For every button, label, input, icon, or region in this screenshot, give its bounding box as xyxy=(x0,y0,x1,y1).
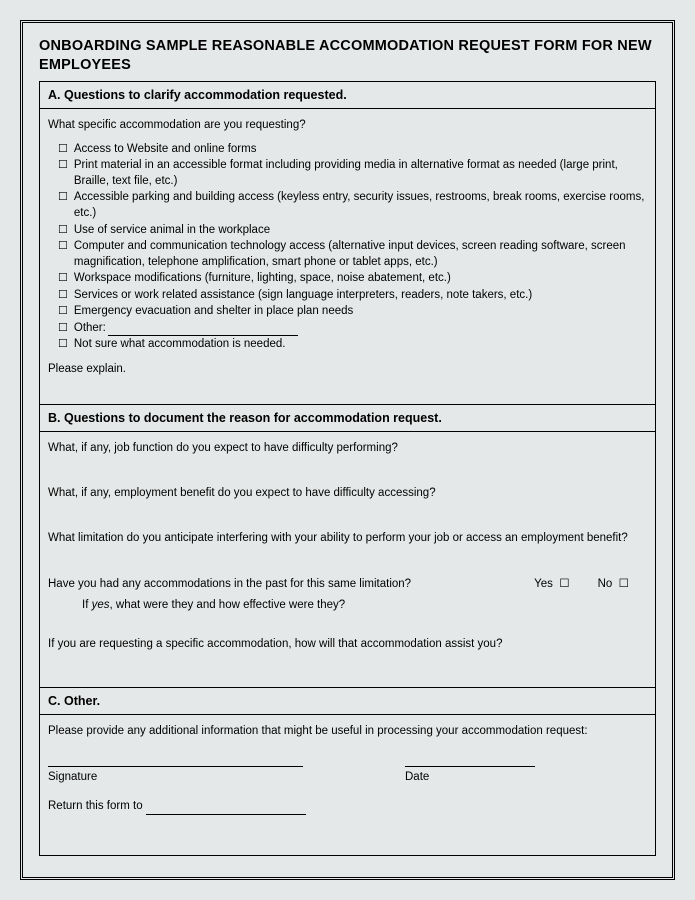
signature-input-line[interactable] xyxy=(48,753,303,767)
checkbox-item[interactable]: ☐ Accessible parking and building access … xyxy=(58,190,647,221)
please-explain: Please explain. xyxy=(48,361,647,378)
section-c-header: C. Other. xyxy=(40,688,655,715)
checkbox-icon: ☐ xyxy=(58,158,68,173)
yes-option[interactable]: Yes ☐ xyxy=(534,576,569,593)
return-label: Return this form to xyxy=(48,800,143,812)
checkbox-icon: ☐ xyxy=(58,337,68,352)
form-title: ONBOARDING SAMPLE REASONABLE ACCOMMODATI… xyxy=(39,37,656,75)
checkbox-item[interactable]: ☐ Not sure what accommodation is needed. xyxy=(58,337,647,353)
checkbox-list: ☐ Access to Website and online forms ☐ Pri… xyxy=(58,142,647,353)
checkbox-label: Accessible parking and building access (… xyxy=(74,190,647,221)
return-row: Return this form to xyxy=(48,798,647,815)
checkbox-item[interactable]: ☐ Emergency evacuation and shelter in pla… xyxy=(58,304,647,320)
section-b: B. Questions to document the reason for … xyxy=(39,405,656,689)
signature-label: Signature xyxy=(48,769,303,786)
checkbox-icon: ☐ xyxy=(58,271,68,286)
checkbox-item[interactable]: ☐ Print material in an accessible format … xyxy=(58,158,647,189)
signature-labels-row: Signature Date xyxy=(48,769,647,786)
checkbox-label: Emergency evacuation and shelter in plac… xyxy=(74,304,647,320)
checkbox-label: Workspace modifications (furniture, ligh… xyxy=(74,271,647,287)
section-b-body: What, if any, job function do you expect… xyxy=(40,432,655,688)
question-b4: Have you had any accommodations in the p… xyxy=(48,576,411,593)
follow-suffix: , what were they and how effective were … xyxy=(110,599,346,611)
form-container: ONBOARDING SAMPLE REASONABLE ACCOMMODATI… xyxy=(20,20,675,880)
checkbox-icon: ☐ xyxy=(58,223,68,238)
yes-no-group: Yes ☐ No ☐ xyxy=(534,576,647,593)
section-a-body: What specific accommodation are you requ… xyxy=(40,109,655,404)
checkbox-label: Not sure what accommodation is needed. xyxy=(74,337,647,353)
date-input-line[interactable] xyxy=(405,753,535,767)
checkbox-label: Print material in an accessible format i… xyxy=(74,158,647,189)
checkbox-icon: ☐ xyxy=(58,288,68,303)
no-label: No xyxy=(598,578,613,590)
question-b4-followup: If yes, what were they and how effective… xyxy=(82,597,647,614)
checkbox-icon: ☐ xyxy=(58,304,68,319)
checkbox-label: Computer and communication technology ac… xyxy=(74,239,647,270)
return-input-line[interactable] xyxy=(146,814,306,815)
signature-lines-row xyxy=(48,753,647,767)
follow-prefix: If xyxy=(82,599,92,611)
checkbox-item[interactable]: ☐ Use of service animal in the workplace xyxy=(58,223,647,239)
no-option[interactable]: No ☐ xyxy=(598,576,629,593)
section-a: A. Questions to clarify accommodation re… xyxy=(39,81,656,405)
other-label: Other: xyxy=(74,322,106,334)
checkbox-item[interactable]: ☐ Workspace modifications (furniture, lig… xyxy=(58,271,647,287)
checkbox-label: Services or work related assistance (sig… xyxy=(74,288,647,304)
follow-italic: yes xyxy=(92,599,110,611)
checkbox-label: Access to Website and online forms xyxy=(74,142,647,158)
checkbox-icon: ☐ xyxy=(58,321,68,336)
checkbox-icon: ☐ xyxy=(58,142,68,157)
section-c-body: Please provide any additional informatio… xyxy=(40,715,655,855)
section-c-intro: Please provide any additional informatio… xyxy=(48,723,647,740)
checkbox-item[interactable]: ☐ Access to Website and online forms xyxy=(58,142,647,158)
other-input-line[interactable] xyxy=(108,335,298,336)
section-c: C. Other. Please provide any additional … xyxy=(39,688,656,856)
section-b-header: B. Questions to document the reason for … xyxy=(40,405,655,432)
checkbox-label: Use of service animal in the workplace xyxy=(74,223,647,239)
section-a-question: What specific accommodation are you requ… xyxy=(48,117,647,134)
date-label: Date xyxy=(405,769,429,786)
checkbox-icon: ☐ xyxy=(58,239,68,254)
checkbox-icon: ☐ xyxy=(58,190,68,205)
checkbox-item-other[interactable]: ☐ Other: xyxy=(58,321,647,337)
question-b5: If you are requesting a specific accommo… xyxy=(48,636,647,653)
question-b1: What, if any, job function do you expect… xyxy=(48,440,647,457)
question-b2: What, if any, employment benefit do you … xyxy=(48,485,647,502)
checkbox-item[interactable]: ☐ Services or work related assistance (si… xyxy=(58,288,647,304)
question-b4-row: Have you had any accommodations in the p… xyxy=(48,576,647,615)
yes-label: Yes xyxy=(534,578,553,590)
checkbox-label-other: Other: xyxy=(74,321,647,337)
checkbox-item[interactable]: ☐ Computer and communication technology a… xyxy=(58,239,647,270)
section-a-header: A. Questions to clarify accommodation re… xyxy=(40,82,655,109)
question-b3: What limitation do you anticipate interf… xyxy=(48,530,647,547)
